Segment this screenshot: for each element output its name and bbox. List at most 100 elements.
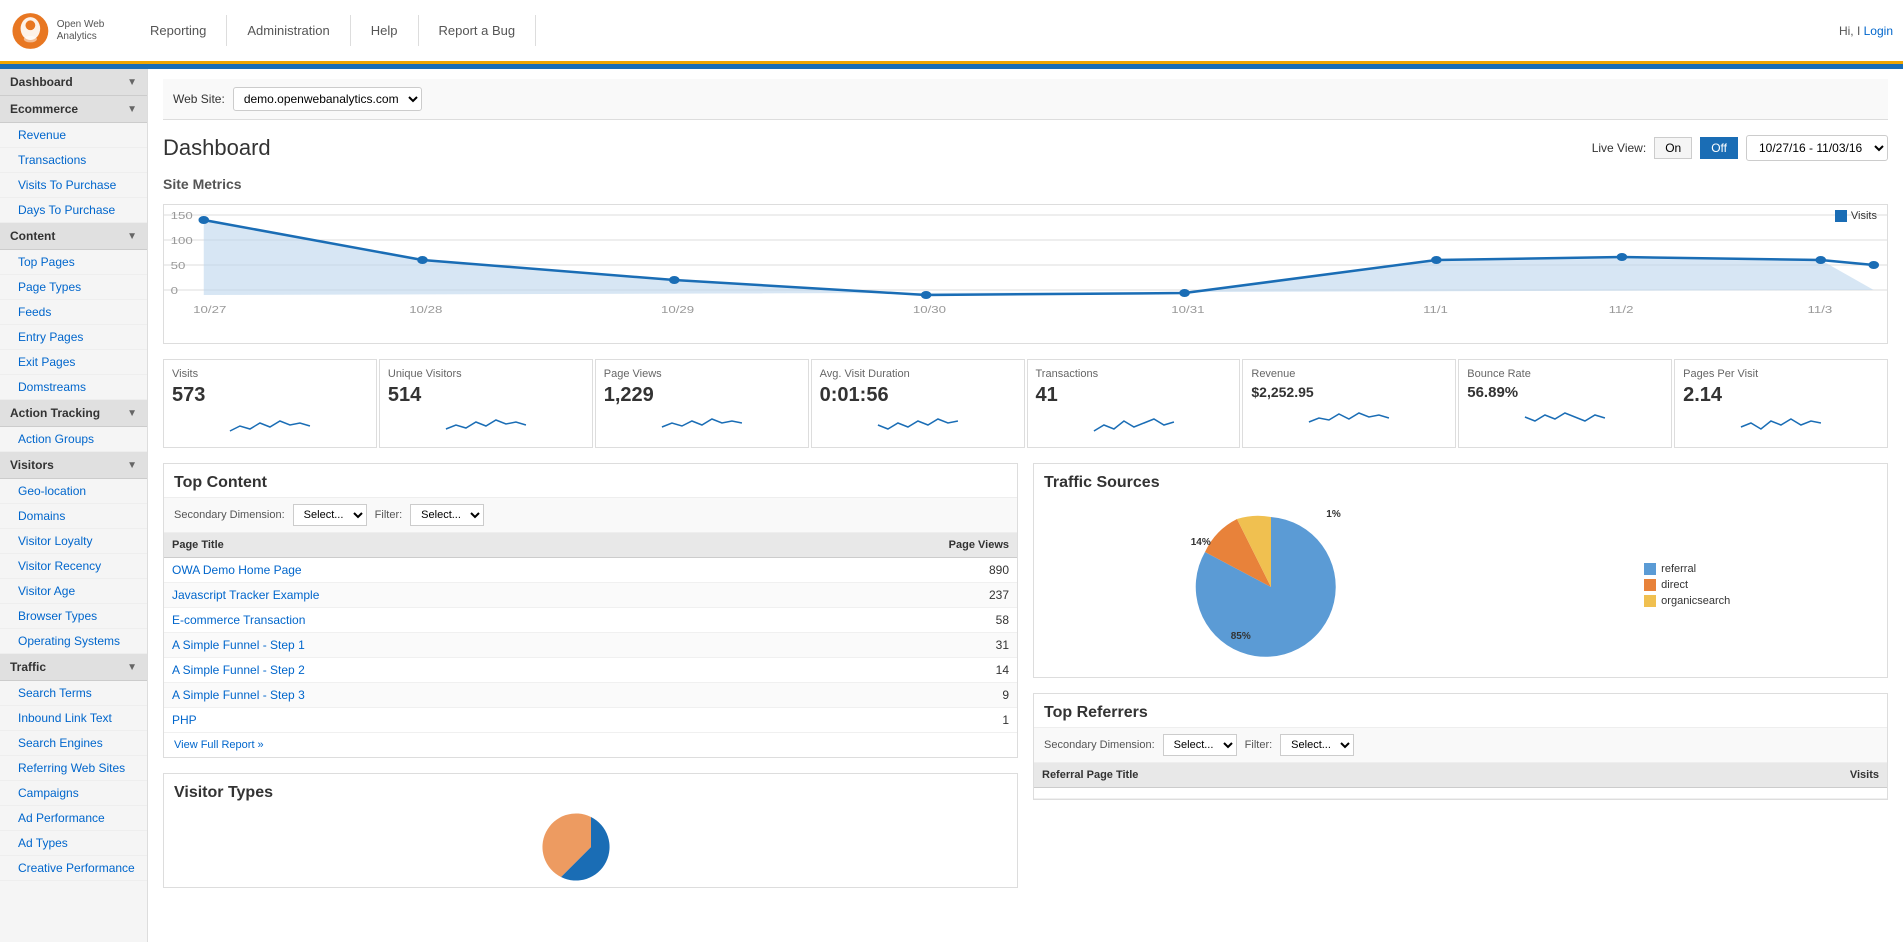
table-row: E-commerce Transaction 58 bbox=[164, 608, 1017, 633]
nav-report-bug[interactable]: Report a Bug bbox=[419, 15, 537, 46]
app-title: Open Web Analytics bbox=[57, 19, 130, 43]
nav-reporting[interactable]: Reporting bbox=[130, 15, 227, 46]
sidebar-item-exit-pages[interactable]: Exit Pages bbox=[0, 350, 147, 375]
metric-card-avg-duration: Avg. Visit Duration 0:01:56 bbox=[811, 359, 1025, 448]
nav-help[interactable]: Help bbox=[351, 15, 419, 46]
col-page-title: Page Title bbox=[164, 533, 745, 558]
sidebar-item-browser-types[interactable]: Browser Types bbox=[0, 604, 147, 629]
site-metrics-chart: Visits 150 100 50 0 bbox=[163, 204, 1888, 344]
date-range-selector[interactable]: 10/27/16 - 11/03/16 bbox=[1746, 135, 1888, 161]
traffic-sources-pie bbox=[1191, 507, 1351, 667]
legend-organic-label: organicsearch bbox=[1661, 595, 1730, 607]
sidebar-item-revenue[interactable]: Revenue bbox=[0, 123, 147, 148]
col-referral-page-title: Referral Page Title bbox=[1034, 763, 1643, 788]
sidebar-item-ad-types[interactable]: Ad Types bbox=[0, 831, 147, 856]
sparkline-unique-visitors bbox=[388, 411, 584, 436]
svg-text:10/29: 10/29 bbox=[661, 304, 694, 315]
metric-value-3: 0:01:56 bbox=[820, 384, 1016, 407]
referrers-filter-select[interactable]: Select... bbox=[1280, 734, 1354, 756]
sidebar-item-creative-performance[interactable]: Creative Performance bbox=[0, 856, 147, 881]
sidebar-item-top-pages[interactable]: Top Pages bbox=[0, 250, 147, 275]
sidebar-item-domstreams[interactable]: Domstreams bbox=[0, 375, 147, 400]
sidebar-section-visitors[interactable]: Visitors ▼ bbox=[0, 452, 147, 479]
metric-value-7: 2.14 bbox=[1683, 384, 1879, 407]
legend-visits-label: Visits bbox=[1851, 210, 1877, 222]
sidebar-item-visits-to-purchase[interactable]: Visits To Purchase bbox=[0, 173, 147, 198]
sidebar-item-visitor-loyalty[interactable]: Visitor Loyalty bbox=[0, 529, 147, 554]
svg-text:100: 100 bbox=[171, 235, 194, 246]
metric-cards: Visits 573 Unique Visitors 514 Page View… bbox=[163, 359, 1888, 448]
pie-label-direct: 14% bbox=[1191, 537, 1211, 548]
left-column: Top Content Secondary Dimension: Select.… bbox=[163, 463, 1018, 903]
login-link[interactable]: Login bbox=[1864, 24, 1893, 38]
referrers-secondary-dimension-select[interactable]: Select... bbox=[1163, 734, 1237, 756]
svg-text:10/28: 10/28 bbox=[409, 304, 443, 315]
sparkline-avg-duration bbox=[820, 411, 1016, 436]
sidebar-section-action-tracking[interactable]: Action Tracking ▼ bbox=[0, 400, 147, 427]
sidebar-item-visitor-age[interactable]: Visitor Age bbox=[0, 579, 147, 604]
chart-legend: Visits bbox=[1835, 210, 1877, 222]
sidebar-section-dashboard[interactable]: Dashboard ▼ bbox=[0, 69, 147, 96]
top-referrers-section: Top Referrers Secondary Dimension: Selec… bbox=[1033, 693, 1888, 800]
site-metrics-title: Site Metrics bbox=[163, 176, 1888, 196]
site-selector-dropdown[interactable]: demo.openwebanalytics.com bbox=[233, 87, 422, 111]
sidebar-arrow-visitors: ▼ bbox=[127, 460, 137, 471]
sidebar-item-search-engines[interactable]: Search Engines bbox=[0, 731, 147, 756]
sparkline-pages-per-visit bbox=[1683, 411, 1879, 436]
filter-label: Filter: bbox=[375, 509, 403, 521]
sidebar-section-traffic[interactable]: Traffic ▼ bbox=[0, 654, 147, 681]
page-title-row: Dashboard Live View: On Off 10/27/16 - 1… bbox=[163, 135, 1888, 161]
sidebar-item-entry-pages[interactable]: Entry Pages bbox=[0, 325, 147, 350]
sidebar-item-search-terms[interactable]: Search Terms bbox=[0, 681, 147, 706]
metric-label-3: Avg. Visit Duration bbox=[820, 368, 1016, 380]
visitor-types-svg bbox=[531, 812, 651, 882]
sidebar-section-content[interactable]: Content ▼ bbox=[0, 223, 147, 250]
metric-card-bounce-rate: Bounce Rate 56.89% bbox=[1458, 359, 1672, 448]
logo-area: Open Web Analytics bbox=[10, 6, 130, 56]
svg-text:11/3: 11/3 bbox=[1807, 304, 1832, 315]
sidebar-arrow-content: ▼ bbox=[127, 231, 137, 242]
sidebar-item-transactions[interactable]: Transactions bbox=[0, 148, 147, 173]
view-full-report-link[interactable]: View Full Report » bbox=[164, 733, 1017, 757]
metric-value-1: 514 bbox=[388, 384, 584, 407]
legend-referral: referral bbox=[1644, 563, 1730, 575]
sidebar-item-domains[interactable]: Domains bbox=[0, 504, 147, 529]
metric-label-1: Unique Visitors bbox=[388, 368, 584, 380]
live-view-label: Live View: bbox=[1592, 141, 1646, 155]
sidebar: Dashboard ▼ Ecommerce ▼ Revenue Transact… bbox=[0, 69, 148, 942]
sidebar-section-ecommerce[interactable]: Ecommerce ▼ bbox=[0, 96, 147, 123]
col-page-views: Page Views bbox=[745, 533, 1017, 558]
secondary-dimension-select[interactable]: Select... bbox=[293, 504, 367, 526]
sidebar-item-operating-systems[interactable]: Operating Systems bbox=[0, 629, 147, 654]
traffic-sources-section: Traffic Sources 1% bbox=[1033, 463, 1888, 678]
sidebar-item-action-groups[interactable]: Action Groups bbox=[0, 427, 147, 452]
metric-card-revenue: Revenue $2,252.95 bbox=[1242, 359, 1456, 448]
nav-administration[interactable]: Administration bbox=[227, 15, 350, 46]
site-selector-label: Web Site: bbox=[173, 92, 225, 106]
sidebar-item-geo-location[interactable]: Geo-location bbox=[0, 479, 147, 504]
svg-text:10/30: 10/30 bbox=[913, 304, 947, 315]
filter-select[interactable]: Select... bbox=[410, 504, 484, 526]
sparkline-bounce-rate bbox=[1467, 405, 1663, 430]
sidebar-item-visitor-recency[interactable]: Visitor Recency bbox=[0, 554, 147, 579]
sidebar-item-feeds[interactable]: Feeds bbox=[0, 300, 147, 325]
sidebar-item-referring-web-sites[interactable]: Referring Web Sites bbox=[0, 756, 147, 781]
visitor-types-section: Visitor Types bbox=[163, 773, 1018, 888]
sidebar-item-page-types[interactable]: Page Types bbox=[0, 275, 147, 300]
main-layout: Dashboard ▼ Ecommerce ▼ Revenue Transact… bbox=[0, 69, 1903, 942]
metric-value-6: 56.89% bbox=[1467, 384, 1663, 401]
metric-label-5: Revenue bbox=[1251, 368, 1447, 380]
header: Open Web Analytics Reporting Administrat… bbox=[0, 0, 1903, 64]
live-view-off-button[interactable]: Off bbox=[1700, 137, 1738, 159]
sidebar-arrow-traffic: ▼ bbox=[127, 662, 137, 673]
sparkline-revenue bbox=[1251, 404, 1447, 429]
pie-label-referral: 85% bbox=[1231, 631, 1251, 642]
sidebar-item-campaigns[interactable]: Campaigns bbox=[0, 781, 147, 806]
sidebar-item-inbound-link-text[interactable]: Inbound Link Text bbox=[0, 706, 147, 731]
table-row: A Simple Funnel - Step 1 31 bbox=[164, 633, 1017, 658]
referrers-filter-label: Filter: bbox=[1245, 739, 1273, 751]
sparkline-visits bbox=[172, 411, 368, 436]
live-view-on-button[interactable]: On bbox=[1654, 137, 1692, 159]
sidebar-item-days-to-purchase[interactable]: Days To Purchase bbox=[0, 198, 147, 223]
sidebar-item-ad-performance[interactable]: Ad Performance bbox=[0, 806, 147, 831]
